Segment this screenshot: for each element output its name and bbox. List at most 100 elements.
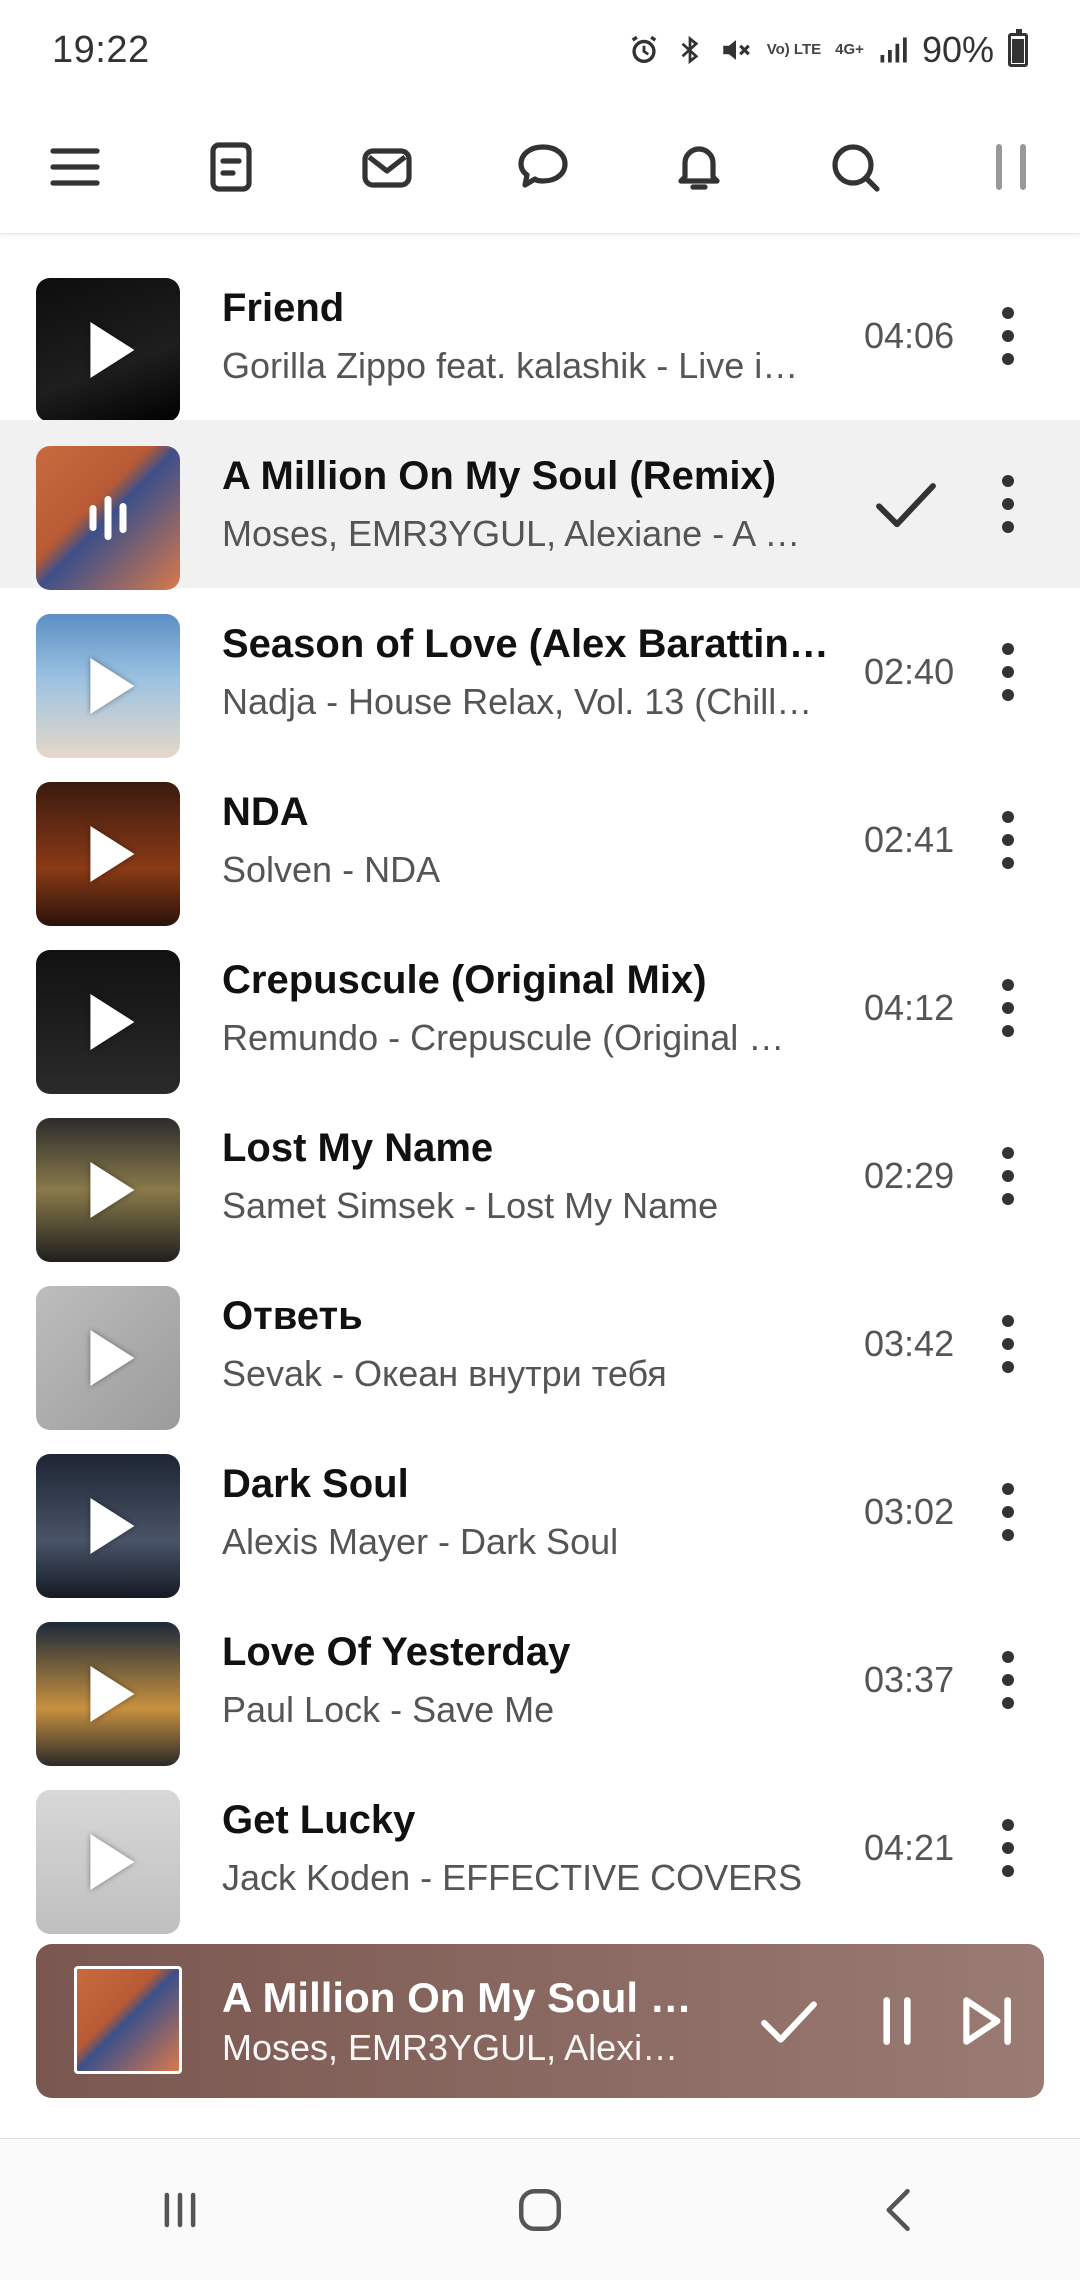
track-duration: 02:40 [864,651,955,692]
equalizer-icon [89,496,127,540]
notes-icon [210,141,252,192]
track-subtitle: Solven - NDA [222,849,441,890]
toolbar-pause-button[interactable] [976,132,1046,202]
track-subtitle: Remundo - Crepuscule (Original … [222,1017,785,1058]
track-subtitle: Paul Lock - Save Me [222,1689,555,1730]
track-row[interactable]: Friend Gorilla Zippo feat. kalashik - Li… [0,252,1080,422]
track-info: Lost My Name Samet Simsek - Lost My Name [222,1124,832,1228]
mini-player-cover[interactable] [74,1966,182,2074]
recent-apps-button[interactable] [135,2165,225,2255]
track-duration: 04:21 [864,1827,955,1868]
track-title: NDA [222,790,309,834]
more-options-button[interactable] [990,1476,1026,1548]
track-duration: 04:06 [864,315,955,356]
notes-button[interactable] [196,132,266,202]
track-row[interactable]: Dark Soul Alexis Mayer - Dark Soul 03:02 [0,1428,1080,1598]
more-options-button[interactable] [990,1308,1026,1380]
status-icons: Vo) LTE 4G+ 90% [627,28,1028,72]
more-options-button[interactable] [990,1812,1026,1884]
track-subtitle: Moses, EMR3YGUL, Alexiane - A … [222,513,801,554]
mail-button[interactable] [352,132,422,202]
mini-player-subtitle: Moses, EMR3YGUL, Alexi… [222,2027,679,2068]
bluetooth-icon [675,28,705,72]
more-options-button[interactable] [990,636,1026,708]
more-options-button[interactable] [990,300,1026,372]
track-info: Crepuscule (Original Mix) Remundo - Crep… [222,956,832,1060]
back-button[interactable] [855,2165,945,2255]
chat-icon [518,143,568,188]
track-cover[interactable] [36,1454,180,1598]
mini-player-pause-button[interactable] [858,1982,936,2060]
track-cover[interactable] [36,446,180,590]
more-options-button[interactable] [990,972,1026,1044]
mini-player[interactable]: A Million On My Soul … Moses, EMR3YGUL, … [36,1944,1044,2098]
battery-percentage: 90% [921,29,994,70]
track-row-active[interactable]: A Million On My Soul (Remix) Moses, EMR3… [0,420,1080,590]
home-button[interactable] [495,2165,585,2255]
play-icon [90,826,135,882]
track-cover[interactable] [36,1622,180,1766]
pause-icon [883,1997,911,2045]
more-options-button[interactable] [990,1644,1026,1716]
track-info: Get Lucky Jack Koden - EFFECTIVE COVERS [222,1796,832,1900]
play-icon [90,994,135,1050]
search-icon [832,143,880,192]
track-info: Love Of Yesterday Paul Lock - Save Me [222,1628,832,1732]
track-row[interactable]: Ответь Sevak - Океан внутри тебя 03:42 [0,1260,1080,1430]
volte-icon: Vo) LTE [766,41,822,58]
play-icon [90,1162,135,1218]
track-cover[interactable] [36,278,180,422]
track-title: Love Of Yesterday [222,1630,571,1674]
track-title: A Million On My Soul (Remix) [222,454,777,498]
menu-button[interactable] [40,132,110,202]
recent-apps-icon [164,2192,196,2227]
check-icon[interactable] [870,468,942,540]
more-options-button[interactable] [990,468,1026,540]
track-row[interactable]: Lost My Name Samet Simsek - Lost My Name… [0,1092,1080,1262]
track-title: Lost My Name [222,1126,494,1170]
status-time: 19:22 [52,28,150,71]
track-subtitle: Nadja - House Relax, Vol. 13 (Chill… [222,681,813,722]
mail-icon [362,147,412,188]
chat-button[interactable] [508,132,578,202]
track-duration: 02:41 [864,819,955,860]
track-title: Dark Soul [222,1462,409,1506]
search-button[interactable] [820,132,890,202]
notifications-button[interactable] [664,132,734,202]
battery-icon [1008,29,1028,67]
track-cover[interactable] [36,1790,180,1934]
track-title: Friend [222,286,345,330]
status-bar: 19:22 Vo) LTE 4G+ 90% [0,0,1080,100]
skip-next-icon [963,1997,1011,2045]
data-4g-icon: 4G+ [835,41,864,58]
track-cover[interactable] [36,1286,180,1430]
track-list[interactable]: Friend Gorilla Zippo feat. kalashik - Li… [0,236,1080,2196]
track-duration: 03:42 [864,1323,955,1364]
alarm-icon [627,28,661,72]
play-icon [90,322,135,378]
track-cover[interactable] [36,614,180,758]
track-cover[interactable] [36,782,180,926]
track-subtitle: Alexis Mayer - Dark Soul [222,1521,619,1562]
track-row[interactable]: NDA Solven - NDA 02:41 [0,756,1080,926]
mini-player-check-button[interactable] [750,1982,828,2060]
track-row[interactable]: Season of Love (Alex Barattini … Nadja -… [0,588,1080,758]
track-row[interactable]: Crepuscule (Original Mix) Remundo - Crep… [0,924,1080,1094]
mini-player-next-button[interactable] [948,1982,1026,2060]
track-duration: 02:29 [864,1155,955,1196]
track-cover[interactable] [36,950,180,1094]
track-title: Ответь [222,1294,363,1338]
more-options-button[interactable] [990,804,1026,876]
pause-icon [996,143,1026,190]
play-icon [90,658,135,714]
track-info: NDA Solven - NDA [222,788,832,892]
track-title: Get Lucky [222,1798,416,1842]
mini-player-info[interactable]: A Million On My Soul … Moses, EMR3YGUL, … [222,1973,732,2069]
track-cover[interactable] [36,1118,180,1262]
track-info: Ответь Sevak - Океан внутри тебя [222,1292,832,1396]
track-row[interactable]: Love Of Yesterday Paul Lock - Save Me 03… [0,1596,1080,1766]
more-options-button[interactable] [990,1140,1026,1212]
signal-icon [878,28,908,72]
track-row[interactable]: Get Lucky Jack Koden - EFFECTIVE COVERS … [0,1764,1080,1934]
music-app-screen: 19:22 Vo) LTE 4G+ 90% Friend Gorilla Zip… [0,0,1080,2280]
